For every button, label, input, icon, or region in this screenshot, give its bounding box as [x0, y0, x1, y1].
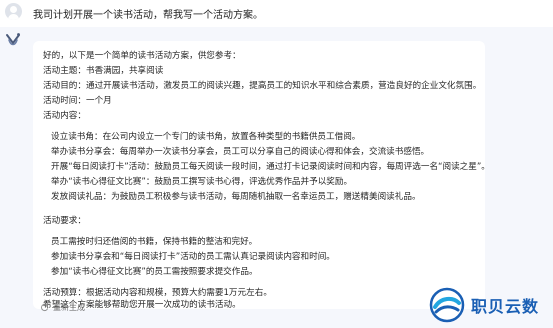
- activity-goal: 活动目的：通过开展读书活动，激发员工的阅读兴趣，提高员工的知识水平和综合素质，营…: [43, 81, 482, 91]
- requirement-item: 参加“读书心得征文比赛”的员工需按照要求提交作品。: [51, 267, 258, 277]
- content-item: 设立读书角：在公司内设立一个专门的读书角，放置各种类型的书籍供员工借阅。: [51, 132, 361, 142]
- brand-logo-icon: [429, 287, 465, 323]
- response-intro: 好的，以下是一个简单的读书活动方案，供您参考：: [43, 51, 241, 61]
- requirement-item: 参加读书分享会和“每日阅读打卡”活动的员工需认真记录阅读内容和时间。: [51, 252, 335, 262]
- regenerate-label: 重新生成: [53, 303, 85, 312]
- content-heading: 活动内容：: [43, 111, 86, 121]
- bot-logo-icon: [6, 33, 20, 46]
- user-message-text: 我司计划开展一个读书活动，帮我写一个活动方案。: [33, 10, 263, 21]
- activity-theme: 活动主题：书香满园，共享阅读: [43, 66, 164, 76]
- requirement-item: 员工需按时归还借阅的书籍，保持书籍的整洁和完好。: [51, 237, 258, 247]
- assistant-message-row: 好的，以下是一个简单的读书活动方案，供您参考： 活动主题：书香满园，共享阅读 活…: [0, 27, 553, 328]
- brand-name: 职贝云数: [471, 297, 540, 316]
- brand-watermark: 职贝云数: [427, 285, 553, 328]
- refresh-icon: [41, 303, 49, 312]
- content-item: 举办读书分享会：每周举办一次读书分享会，员工可以分享自己的阅读心得和体会，交流读…: [51, 147, 430, 157]
- content-item: 开展“每日阅读打卡”活动：鼓励员工每天阅读一段时间，通过打卡记录阅读时间和内容，…: [51, 162, 485, 172]
- activity-budget: 活动预算：根据活动内容和规模，预算大约需要1万元左右。: [43, 288, 272, 298]
- activity-duration: 活动时间：一个月: [43, 96, 112, 106]
- user-message-row: 我司计划开展一个读书活动，帮我写一个活动方案。: [0, 0, 553, 27]
- content-item: 发放阅读礼品：为鼓励员工积极参与读书活动，每周随机抽取一名幸运员工，赠送精美阅读…: [51, 192, 421, 202]
- requirements-heading: 活动要求：: [43, 216, 86, 226]
- assistant-response-bubble: 好的，以下是一个简单的读书活动方案，供您参考： 活动主题：书香满园，共享阅读 活…: [33, 41, 485, 309]
- content-item: 举办“读书心得征文比赛”：鼓励员工撰写读书心得，评选优秀作品并予以奖励。: [51, 177, 353, 187]
- regenerate-button[interactable]: 重新生成: [40, 302, 85, 313]
- user-avatar-icon: [5, 3, 22, 20]
